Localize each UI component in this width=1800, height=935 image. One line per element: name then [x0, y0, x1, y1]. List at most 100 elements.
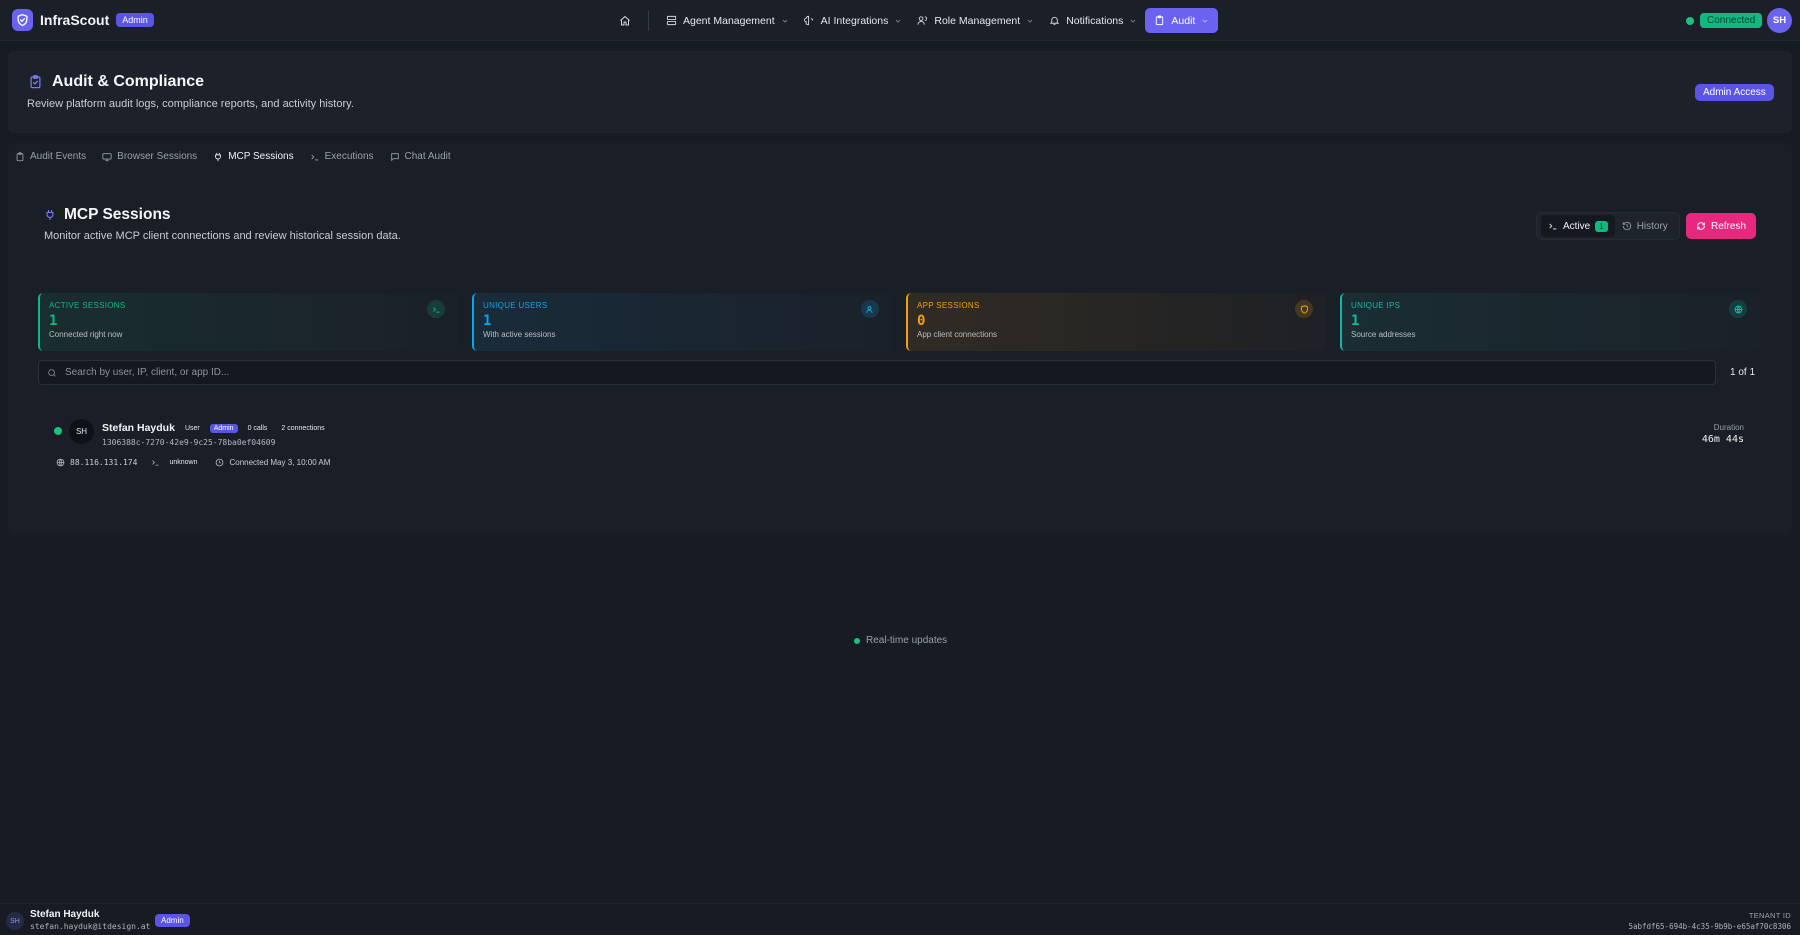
users-icon [917, 16, 928, 25]
chevron-down-icon [1203, 19, 1208, 23]
refresh-icon [1697, 222, 1705, 230]
realtime-indicator: Real-time updates [854, 635, 947, 646]
admin-access-badge: Admin Access [1695, 84, 1774, 101]
shield-icon [1295, 300, 1313, 318]
page-title: Audit & Compliance [28, 73, 204, 91]
tab-executions[interactable]: Executions [310, 151, 374, 162]
refresh-label: Refresh [1711, 220, 1747, 232]
plug-icon [215, 152, 222, 161]
audit-content-panel: Audit Events Browser Sessions MCP Sessio… [8, 143, 1792, 646]
brand[interactable]: InfraScout Admin [12, 9, 154, 31]
realtime-dot [854, 637, 860, 644]
stat-label: APP SESSIONS [917, 301, 980, 310]
stat-desc: Source addresses [1351, 330, 1416, 339]
terminal-icon [1549, 223, 1557, 230]
tab-label: Audit Events [30, 151, 87, 162]
avatar: SH [6, 912, 24, 930]
monitor-icon [102, 152, 112, 161]
nav-label: Agent Management [683, 14, 775, 27]
connected-text: Connected May 3, 10:00 AM [229, 458, 331, 467]
tab-browser-sessions[interactable]: Browser Sessions [102, 151, 197, 162]
bell-icon [1049, 16, 1060, 26]
message-icon [390, 152, 399, 161]
stat-desc: App client connections [917, 330, 998, 339]
nav-label: Notifications [1066, 14, 1124, 27]
nav-label: Audit [1171, 14, 1196, 27]
tab-label: Chat Audit [404, 151, 451, 162]
chevron-down-icon [1027, 19, 1033, 23]
brand-admin-badge: Admin [116, 13, 154, 27]
stat-value: 1 [1351, 313, 1360, 329]
nav-notifications[interactable]: Notifications [1042, 8, 1144, 33]
admin-chip: Admin [209, 423, 238, 433]
terminal-icon [310, 154, 318, 160]
session-user-name: Stefan Hayduk [102, 422, 175, 434]
brand-name: InfraScout [40, 12, 110, 28]
refresh-button[interactable]: Refresh [1686, 213, 1757, 239]
tab-chat-audit[interactable]: Chat Audit [390, 151, 451, 162]
brain-icon [803, 15, 813, 26]
user-avatar-button[interactable]: SH [1767, 8, 1792, 33]
top-navbar: InfraScout Admin Agent Management AI Int… [0, 0, 1800, 41]
tab-mcp-sessions[interactable]: MCP Sessions [213, 151, 294, 162]
clipboard-icon [1156, 15, 1164, 26]
pagination-label: 1 of 1 [1730, 367, 1756, 378]
history-icon [1622, 221, 1631, 231]
stat-label: UNIQUE USERS [483, 301, 548, 310]
session-id: 1306388c-7270-42e9-9c25-78ba0ef04609 [102, 438, 276, 447]
clipboard-check-icon [30, 75, 41, 89]
terminal-icon [152, 460, 159, 466]
nav-audit[interactable]: Audit [1145, 8, 1219, 33]
online-status-dot [54, 427, 62, 435]
footer-user-name: Stefan Hayduk [30, 909, 100, 920]
duration-value: 46m 44s [1701, 434, 1744, 445]
terminal-icon [427, 300, 445, 318]
stat-card-active-sessions: ACTIVE SESSIONS 1 Connected right now [38, 293, 458, 351]
session-row[interactable]: SH Stefan Hayduk User Admin 0 calls 2 co… [52, 413, 1752, 483]
stat-value: 1 [483, 313, 492, 329]
connection-status: Connected [1686, 13, 1763, 28]
server-icon [666, 15, 677, 26]
main-nav: Agent Management AI Integrations Role Ma… [612, 8, 1219, 33]
active-toggle-button[interactable]: Active 1 [1541, 215, 1615, 237]
section-subtitle: Monitor active MCP client connections an… [44, 230, 401, 242]
session-meta: 88.116.131.174 unknown Connected May 3, … [56, 458, 330, 467]
nav-ai-integrations[interactable]: AI Integrations [797, 8, 910, 33]
footer-admin-badge: Admin [155, 914, 190, 927]
stat-value: 0 [917, 313, 926, 329]
tenant-id-value: 5abfdf65-694b-4c35-9b9b-e65af70c8306 [1628, 922, 1791, 931]
stat-card-unique-users: UNIQUE USERS 1 With active sessions [472, 293, 892, 351]
calls-chip: 0 calls [247, 424, 268, 432]
tab-label: Browser Sessions [117, 151, 198, 162]
history-toggle-label: History [1636, 220, 1668, 232]
audit-tabs: Audit Events Browser Sessions MCP Sessio… [15, 151, 451, 162]
status-dot [1686, 16, 1694, 25]
plug-icon [46, 210, 54, 220]
stat-label: ACTIVE SESSIONS [49, 301, 126, 310]
nav-agent-management[interactable]: Agent Management [659, 8, 796, 33]
stat-card-app-sessions: APP SESSIONS 0 App client connections [906, 293, 1326, 351]
stat-label: UNIQUE IPS [1351, 301, 1401, 310]
page-header: Audit & Compliance Review platform audit… [8, 51, 1792, 133]
tenant-id-label: TENANT ID [1748, 911, 1791, 920]
duration-label: Duration [1713, 423, 1744, 432]
session-ip: 88.116.131.174 [56, 458, 137, 467]
history-toggle-button[interactable]: History [1615, 215, 1675, 237]
footer: SH Stefan Hayduk stefan.hayduk@itdesign.… [0, 903, 1800, 935]
page-subtitle: Review platform audit logs, compliance r… [27, 98, 354, 110]
nav-role-management[interactable]: Role Management [910, 8, 1041, 33]
stat-desc: Connected right now [49, 330, 123, 339]
home-button[interactable] [612, 8, 638, 33]
stat-card-unique-ips: UNIQUE IPS 1 Source addresses [1340, 293, 1760, 351]
search-input[interactable] [65, 367, 1715, 378]
session-connected-time: Connected May 3, 10:00 AM [215, 458, 330, 467]
status-badge: Connected [1700, 13, 1763, 28]
section-title-text: MCP Sessions [64, 206, 171, 223]
page-title-text: Audit & Compliance [52, 73, 205, 90]
session-view-toggle: Active 1 History [1536, 212, 1680, 240]
clipboard-icon [16, 151, 24, 161]
stat-value: 1 [49, 313, 58, 329]
tab-label: Executions [324, 151, 374, 162]
tab-audit-events[interactable]: Audit Events [15, 151, 86, 162]
avatar: SH [69, 419, 94, 444]
